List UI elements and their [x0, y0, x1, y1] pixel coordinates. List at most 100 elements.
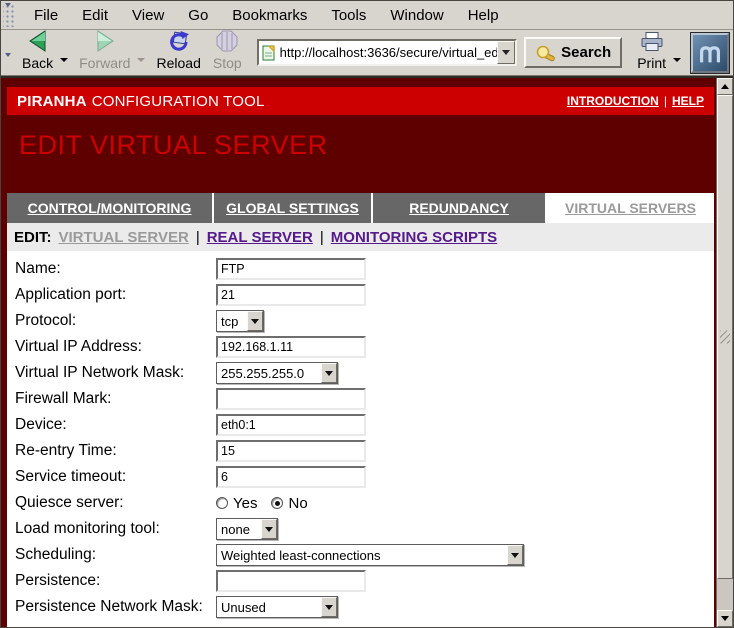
form-row-quiesce-server: Quiesce server: Yes No — [7, 490, 714, 516]
field-label-protocol: Protocol: — [15, 312, 216, 330]
form-row-persistence-network-mask: Persistence Network Mask:Unused — [7, 594, 714, 620]
field-label-device: Device: — [15, 416, 216, 434]
virtual-ip-address-input[interactable] — [216, 336, 366, 358]
form-row-persistence: Persistence: — [7, 568, 714, 594]
form-row-device: Device: — [7, 412, 714, 438]
firewall-mark-input[interactable] — [216, 388, 366, 410]
scheduling-select[interactable]: Weighted least-connections — [216, 544, 524, 566]
persistence-input[interactable] — [216, 570, 366, 592]
reload-button[interactable]: Reload — [150, 31, 206, 75]
field-label-quiesce-server: Quiesce server: — [15, 494, 216, 512]
field-label-persistence: Persistence: — [15, 572, 216, 590]
back-button[interactable]: Back — [16, 31, 59, 75]
device-input[interactable] — [216, 414, 366, 436]
menu-edit[interactable]: Edit — [70, 3, 120, 28]
piranha-page: PIRANHA CONFIGURATION TOOL INTRODUCTION |… — [1, 78, 716, 627]
persistence-network-mask-selected-value: Unused — [217, 597, 321, 617]
print-dropdown-arrow[interactable] — [673, 58, 681, 62]
field-label-re-entry-time: Re-entry Time: — [15, 442, 216, 460]
reload-icon — [167, 29, 191, 56]
menu-items: FileEditViewGoBookmarksToolsWindowHelp — [16, 1, 511, 29]
form-row-service-timeout: Service timeout: — [7, 464, 714, 490]
dropdown-arrow-icon[interactable] — [507, 545, 523, 565]
forward-dropdown-arrow[interactable] — [137, 58, 145, 62]
menu-file[interactable]: File — [22, 3, 70, 28]
service-timeout-input[interactable] — [216, 466, 366, 488]
url-dropdown-button[interactable] — [497, 41, 515, 64]
app-title-rest: CONFIGURATION TOOL — [92, 93, 265, 110]
app-title: PIRANHA CONFIGURATION TOOL — [17, 93, 265, 110]
menu-window[interactable]: Window — [378, 3, 455, 28]
mozilla-logo-button[interactable] — [691, 33, 729, 73]
protocol-select[interactable]: tcp — [216, 310, 264, 332]
form-row-name: Name: — [7, 256, 714, 282]
scroll-up-button[interactable] — [717, 78, 733, 95]
field-label-application-port: Application port: — [15, 286, 216, 304]
field-label-name: Name: — [15, 260, 216, 278]
menu-view[interactable]: View — [120, 3, 176, 28]
subnav-link-virtual-server[interactable]: VIRTUAL SERVER — [59, 229, 189, 246]
scrollbar-track[interactable] — [717, 579, 733, 610]
back-dropdown-arrow[interactable] — [60, 58, 68, 62]
load-monitoring-tool-selected-value: none — [217, 519, 261, 539]
name-input[interactable] — [216, 258, 366, 280]
application-port-input[interactable] — [216, 284, 366, 306]
field-label-persistence-network-mask: Persistence Network Mask: — [15, 598, 216, 616]
tab-redundancy[interactable]: REDUNDANCY — [373, 193, 545, 223]
subnav: EDIT: VIRTUAL SERVER|REAL SERVER|MONITOR… — [7, 223, 714, 251]
dropdown-arrow-icon[interactable] — [321, 363, 337, 383]
app-title-bold: PIRANHA — [17, 93, 87, 110]
subnav-link-monitoring-scripts[interactable]: MONITORING SCRIPTS — [331, 229, 497, 246]
menubar-grip-handle[interactable] — [3, 3, 14, 27]
help-link[interactable]: HELP — [672, 94, 704, 108]
search-label: Search — [561, 44, 611, 61]
page-title: EDIT VIRTUAL SERVER — [19, 130, 714, 161]
stop-icon — [215, 29, 239, 56]
tab-global-settings[interactable]: GLOBAL SETTINGS — [214, 193, 371, 223]
quiesce-server-radio-label-no[interactable]: No — [288, 495, 307, 512]
dropdown-arrow-icon[interactable] — [321, 597, 337, 617]
form-row-virtual-ip-network-mask: Virtual IP Network Mask:255.255.255.0 — [7, 360, 714, 386]
search-button[interactable]: Search — [524, 37, 622, 68]
menu-go[interactable]: Go — [176, 3, 220, 28]
url-text[interactable]: http://localhost:3636/secure/virtual_edi… — [280, 45, 497, 60]
quiesce-server-radio-no[interactable] — [271, 497, 283, 509]
subnav-link-real-server[interactable]: REAL SERVER — [207, 229, 313, 246]
form-row-re-entry-time: Re-entry Time: — [7, 438, 714, 464]
protocol-selected-value: tcp — [217, 311, 247, 331]
mozilla-m-icon — [695, 39, 725, 67]
subnav-divider: | — [196, 229, 200, 246]
field-label-service-timeout: Service timeout: — [15, 468, 216, 486]
print-button[interactable]: Print — [631, 31, 672, 75]
form-row-load-monitoring-tool: Load monitoring tool:none — [7, 516, 714, 542]
tab-control-monitoring[interactable]: CONTROL/MONITORING — [7, 193, 212, 223]
search-icon — [535, 43, 557, 63]
tab-virtual-servers[interactable]: VIRTUAL SERVERS — [547, 193, 714, 223]
stop-button[interactable]: Stop — [207, 31, 248, 75]
persistence-network-mask-select[interactable]: Unused — [216, 596, 338, 618]
menu-tools[interactable]: Tools — [319, 3, 378, 28]
vertical-scrollbar[interactable] — [716, 78, 733, 627]
virtual-ip-network-mask-selected-value: 255.255.255.0 — [217, 363, 321, 383]
scrollbar-thumb[interactable] — [717, 95, 733, 579]
app-header-bar: PIRANHACONFIGURATION TOOL INTRODUCTION |… — [7, 87, 714, 115]
url-bar[interactable]: http://localhost:3636/secure/virtual_edi… — [257, 39, 517, 66]
dropdown-arrow-icon[interactable] — [247, 311, 263, 331]
quiesce-server-radio-label-yes[interactable]: Yes — [233, 495, 257, 512]
load-monitoring-tool-select[interactable]: none — [216, 518, 278, 540]
menu-bookmarks[interactable]: Bookmarks — [220, 3, 319, 28]
forward-icon — [92, 29, 118, 56]
quiesce-server-radio-yes[interactable] — [216, 497, 228, 509]
re-entry-time-input[interactable] — [216, 440, 366, 462]
field-label-virtual-ip-address: Virtual IP Address: — [15, 338, 216, 356]
bookmark-icon — [262, 45, 276, 61]
browser-window: FileEditViewGoBookmarksToolsWindowHelp B… — [0, 0, 734, 628]
scroll-down-button[interactable] — [717, 610, 733, 627]
introduction-link[interactable]: INTRODUCTION — [567, 94, 659, 108]
forward-button[interactable]: Forward — [73, 31, 136, 75]
menu-help[interactable]: Help — [456, 3, 511, 28]
virtual-ip-network-mask-select[interactable]: 255.255.255.0 — [216, 362, 338, 384]
dropdown-arrow-icon[interactable] — [261, 519, 277, 539]
page-viewport: PIRANHA CONFIGURATION TOOL INTRODUCTION |… — [1, 76, 733, 627]
forward-label: Forward — [79, 56, 130, 71]
